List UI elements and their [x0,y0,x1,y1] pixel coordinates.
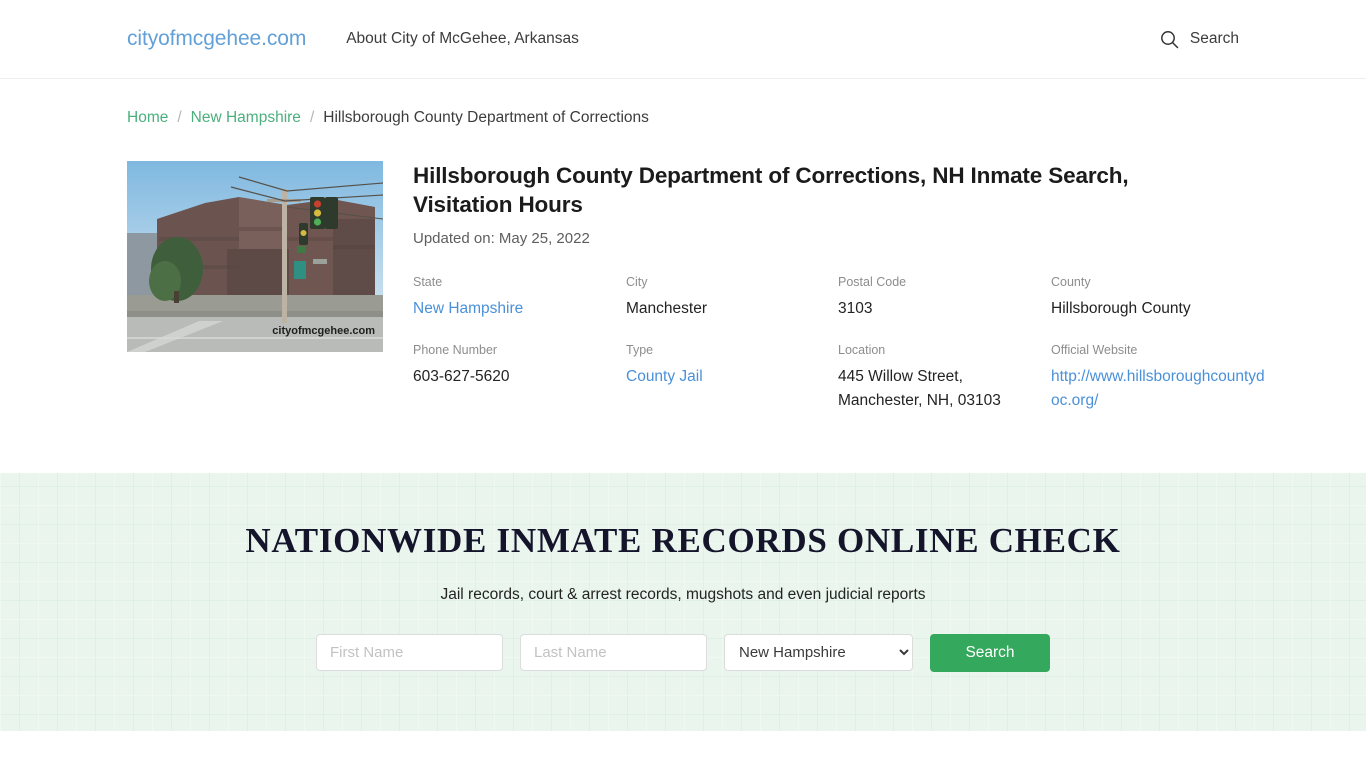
fact-city: City Manchester [626,275,838,321]
fact-label-phone-number: Phone Number [413,343,498,358]
state-link[interactable]: New Hampshire [413,300,523,317]
header-search-toggle[interactable]: Search [1160,30,1239,49]
fact-label-postal-code: Postal Code [838,275,907,290]
state-select[interactable]: New Hampshire [724,634,913,672]
nav-item-about[interactable]: About City of McGehee, Arkansas [346,30,579,48]
fact-value-type: County Jail [626,365,838,389]
fact-value-county: Hillsborough County [1051,300,1191,318]
fact-location: Location 445 Willow Street, Manchester, … [838,343,1051,413]
fact-label-location: Location [838,343,886,358]
fact-label-type: Type [626,343,654,358]
fact-label-state: State [413,275,443,290]
page-title: Hillsborough County Department of Correc… [413,162,1129,218]
fact-value-phone-number: 603-627-5620 [413,368,510,386]
breadcrumb-item-new-hampshire[interactable]: New Hampshire [191,107,301,129]
site-header: cityofmcgehee.com About City of McGehee,… [0,0,1366,79]
main-content: cityofmcgehee.com Hillsborough County De… [0,129,1366,413]
fact-label-official-website: Official Website [1051,343,1138,358]
facility-facts-grid: State New Hampshire City Manchester Post… [413,275,1265,413]
official-website-link[interactable]: http://www.hillsboroughcountydoc.org/ [1051,368,1265,409]
promo-title: NATIONWIDE INMATE RECORDS ONLINE CHECK [245,521,1121,560]
header-search-label: Search [1189,30,1239,47]
facility-details: Hillsborough County Department of Correc… [413,161,1265,413]
updated-date: Updated on: May 25, 2022 [413,230,590,248]
fact-official-website: Official Website http://www.hillsborough… [1051,343,1266,413]
breadcrumb-separator: / [309,109,315,126]
facility-photo: cityofmcgehee.com [127,160,383,352]
breadcrumb-item-current: Hillsborough County Department of Correc… [323,109,649,126]
fact-value-state: New Hampshire [413,297,626,321]
inmate-search-button[interactable]: Search [930,633,1050,672]
breadcrumb: Home / New Hampshire / Hillsborough Coun… [0,79,1366,129]
fact-phone-number: Phone Number 603-627-5620 [413,343,626,413]
facility-photo-illustration: cityofmcgehee.com [127,160,383,352]
fact-label-county: County [1051,275,1091,290]
fact-state: State New Hampshire [413,275,626,321]
fact-county: County Hillsborough County [1051,275,1266,321]
first-name-input[interactable] [316,634,503,672]
fact-value-location: 445 Willow Street, Manchester, NH, 03103 [838,368,1001,410]
inmate-records-promo-banner: NATIONWIDE INMATE RECORDS ONLINE CHECK J… [0,473,1366,731]
site-logo[interactable]: cityofmcgehee.com [127,27,306,51]
fact-label-city: City [626,275,648,290]
fact-type: Type County Jail [626,343,838,413]
breadcrumb-item-home[interactable]: Home [127,107,168,129]
breadcrumb-separator: / [177,109,182,126]
fact-value-postal-code: 3103 [838,300,873,318]
search-icon [1160,30,1179,49]
fact-value-city: Manchester [626,300,707,318]
fact-postal-code: Postal Code 3103 [838,275,1051,321]
inmate-search-form: New Hampshire Search [0,633,1366,672]
type-link[interactable]: County Jail [626,368,703,385]
fact-value-official-website: http://www.hillsboroughcountydoc.org/ [1051,365,1266,413]
promo-subtitle: Jail records, court & arrest records, mu… [440,586,926,603]
last-name-input[interactable] [520,634,707,672]
svg-text:cityofmcgehee.com: cityofmcgehee.com [272,325,375,337]
